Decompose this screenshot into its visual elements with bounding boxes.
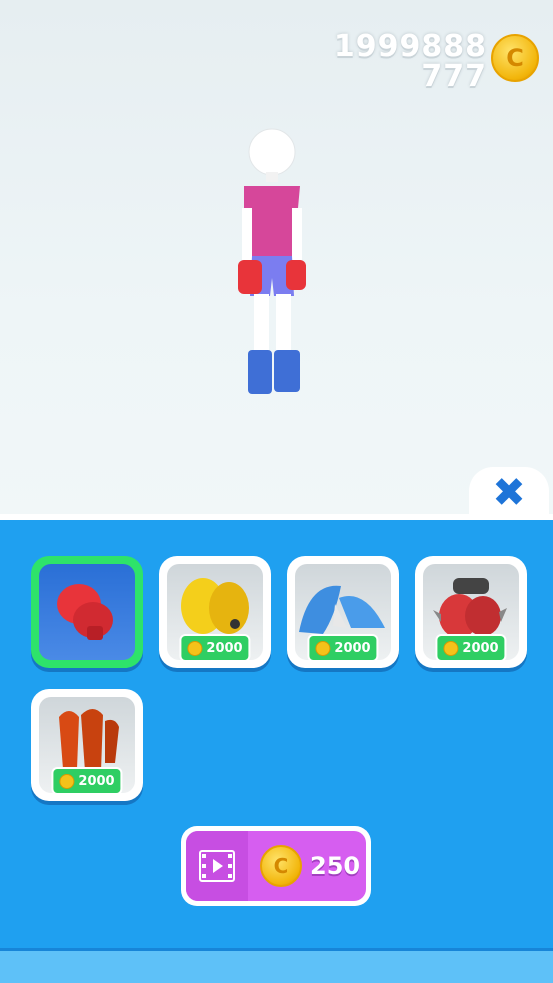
watch-ad-button[interactable]: C 250 [181,826,371,906]
red-boxing-gloves-icon [57,584,113,640]
price-tag: 2000 [179,634,251,662]
price-tag: 2000 [307,634,379,662]
character-neck [266,172,278,182]
shop-item-orange-claws[interactable]: 2000 [31,689,143,801]
shop-item-spiked-red-gloves[interactable]: 2000 [415,556,527,668]
coin-amount: 1999888 777 [334,32,487,92]
character-right-shoe [274,350,300,392]
character-model [238,128,306,394]
close-button[interactable]: ✖ [469,467,549,519]
character-right-arm [292,208,302,260]
coin-counter: 1999888 777 C [334,32,539,92]
shop-item-yellow-paws[interactable]: 2000 [159,556,271,668]
coin-icon [59,773,75,789]
character-left-shoe [248,350,272,394]
character-head [248,128,296,176]
ad-reward-amount: 250 [310,852,361,880]
character-right-glove [286,260,306,290]
coin-icon [443,640,459,656]
character-left-arm [242,208,252,260]
close-icon: ✖ [492,470,526,516]
price-value: 2000 [334,640,371,656]
game-scene: 1999888 777 C [0,0,553,520]
price-tag: 2000 [435,634,507,662]
coin-amount-line1: 1999888 [333,29,487,64]
coin-icon [187,640,203,656]
price-value: 2000 [206,640,243,656]
character-left-leg [254,294,269,354]
video-icon-box [186,831,248,901]
price-tag: 2000 [51,767,123,795]
coin-icon [315,640,331,656]
shop-item-shark-gloves[interactable]: 2000 [287,556,399,668]
coin-icon: C [260,845,302,887]
coin-icon: C [491,34,539,82]
shop-item-red-boxing-gloves[interactable] [31,556,143,668]
coin-amount-line2: 777 [421,59,487,94]
panel-footer-strip [0,948,553,983]
item-thumbnail [39,564,135,660]
price-value: 2000 [78,773,115,789]
character-left-glove [238,260,262,294]
watch-ad-inner: C 250 [186,831,366,901]
character-right-leg [276,294,291,354]
video-icon [199,850,235,882]
price-value: 2000 [462,640,499,656]
character-shirt [244,186,300,258]
